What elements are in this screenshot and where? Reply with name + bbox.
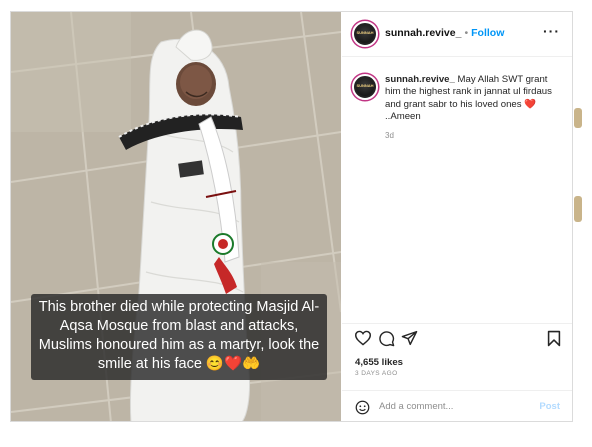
header-user-line: sunnah.revive_ • Follow [385, 27, 504, 39]
post-image: This brother died while protecting Masji… [11, 12, 341, 421]
comment-avatar-logo-text: SUNNAH [356, 83, 374, 88]
share-icon[interactable] [401, 330, 418, 346]
image-caption: This brother died while protecting Masji… [31, 294, 327, 380]
likes-count[interactable]: 4,655 likes [355, 357, 403, 368]
comment-text: sunnah.revive_ May Allah SWT grant him t… [385, 74, 565, 124]
comment-timestamp: 3d [385, 131, 394, 140]
more-icon[interactable]: ··· [543, 23, 560, 39]
separator-dot: • [464, 27, 469, 39]
comment-input[interactable]: Add a comment... [379, 401, 453, 412]
comment-body-end: ..Ameen [385, 111, 421, 123]
comment-icon[interactable] [378, 330, 395, 347]
background-edge-fragment [574, 196, 582, 222]
background-edge-fragment [574, 108, 582, 128]
action-bar [342, 323, 572, 349]
add-comment-bar: Add a comment... Post [342, 390, 572, 421]
header-username[interactable]: sunnah.revive_ [385, 27, 461, 39]
comment-username[interactable]: sunnah.revive_ [385, 74, 455, 85]
post-age: 3 DAYS AGO [355, 370, 398, 377]
follow-button[interactable]: Follow [471, 27, 504, 39]
post-button[interactable]: Post [539, 401, 560, 412]
heart-emoji: ❤️ [524, 98, 537, 110]
emoji-icon[interactable] [355, 400, 370, 415]
post-header: SUNNAH sunnah.revive_ • Follow ··· [342, 12, 572, 57]
post-sidebar: SUNNAH sunnah.revive_ • Follow ··· SUNNAH … [342, 12, 572, 421]
post-dialog: This brother died while protecting Masji… [10, 11, 573, 422]
save-icon[interactable] [547, 330, 561, 347]
avatar-logo-text: SUNNAH [356, 30, 374, 35]
avatar[interactable]: SUNNAH [352, 21, 378, 47]
like-icon[interactable] [354, 330, 372, 346]
comment-avatar[interactable]: SUNNAH [352, 74, 378, 100]
